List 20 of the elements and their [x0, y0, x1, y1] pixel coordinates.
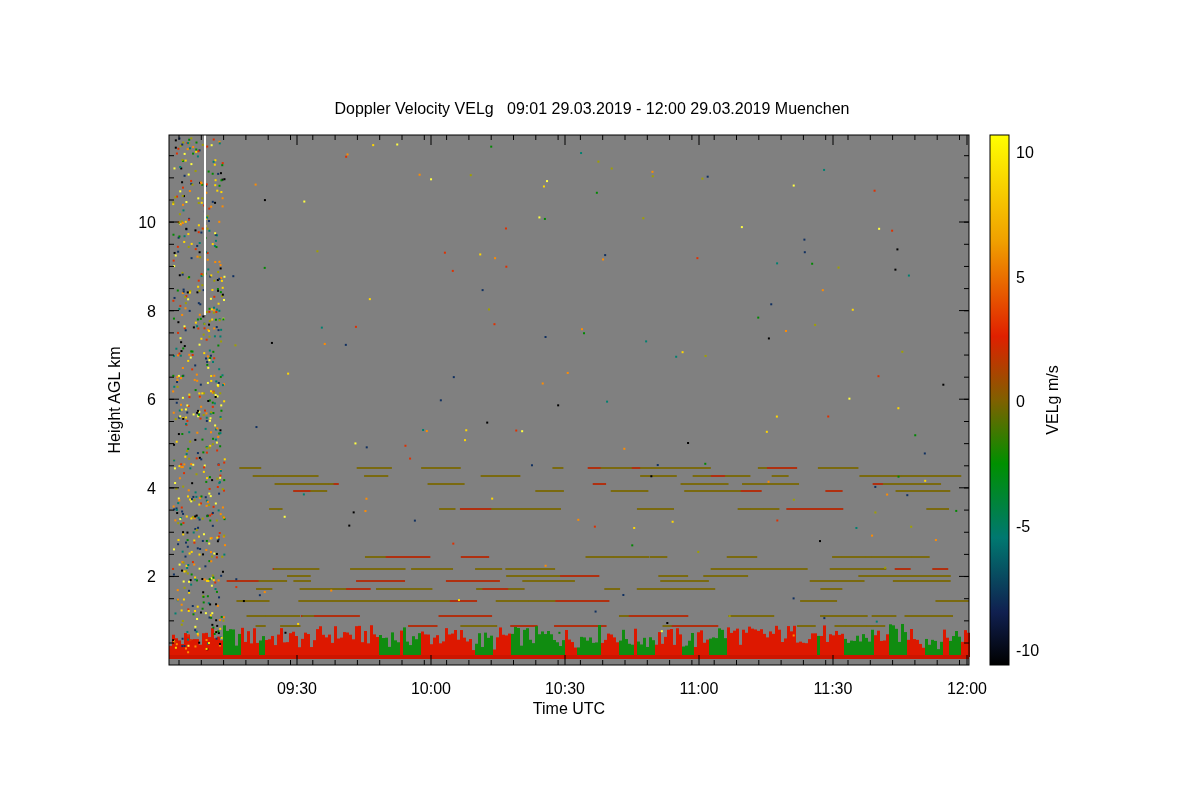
- tick-label: 12:00: [947, 680, 987, 697]
- tick-label: 6: [147, 391, 156, 409]
- tick-label: 11:00: [679, 680, 719, 697]
- tick-label: 4: [147, 479, 156, 497]
- tick-label: 10:00: [411, 680, 451, 697]
- axis-label: Height AGL km: [106, 346, 123, 454]
- tick-label: 5: [1016, 268, 1025, 286]
- tick-label: -5: [1016, 517, 1031, 535]
- tick-label: 11:30: [813, 680, 853, 697]
- tick-label: 0: [1016, 393, 1025, 410]
- tick-label: -10: [1016, 642, 1040, 659]
- axis-label: Time UTC: [532, 700, 606, 717]
- colorbar-label: VELg m/s: [1044, 365, 1061, 435]
- tick-label: 10: [138, 214, 156, 231]
- chart-title: Doppler Velocity VELg 09:01 29.03.2019 - 12:00 29.03.2019 Muenchen: [334, 100, 850, 117]
- tick-label: 10: [1016, 144, 1034, 161]
- tick-label: 2: [147, 568, 156, 586]
- tick-label: 8: [147, 302, 156, 320]
- tick-label: 10:30: [545, 680, 585, 697]
- tick-label: 09:30: [277, 680, 317, 697]
